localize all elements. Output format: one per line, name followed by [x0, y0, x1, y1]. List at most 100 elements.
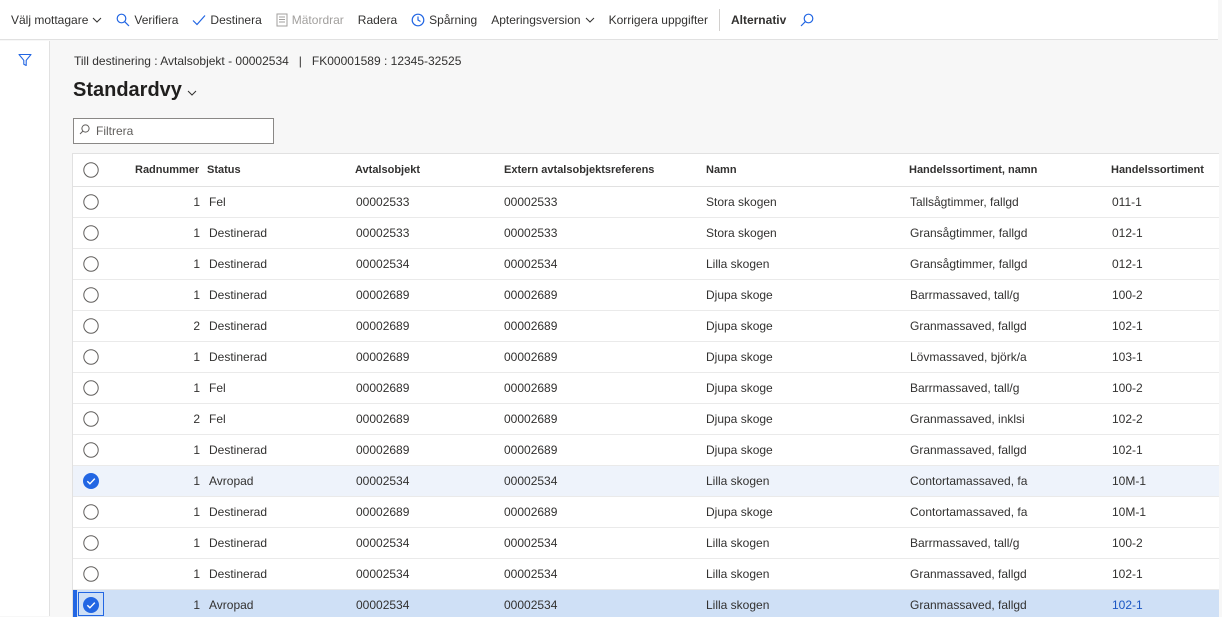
column-header-handelssortiment-namn[interactable]: Handelssortiment, namn	[909, 154, 1037, 186]
cell-handelssortiment-namn: Lövmassaved, björk/a	[910, 350, 1027, 364]
table-row[interactable]: 1 Destinerad 00002534 00002534 Lilla skogen B…	[73, 528, 1219, 559]
cell-handelssortiment-namn: Contortamassaved, fa	[910, 505, 1028, 519]
column-header-avtalsobjekt[interactable]: Avtalsobjekt	[355, 154, 420, 186]
page-title: Standardvy	[73, 79, 182, 101]
cell-avtalsobjekt: 00002689	[356, 319, 410, 333]
cell-status: Avropad	[209, 598, 254, 612]
action-search-button[interactable]	[793, 0, 825, 40]
cell-handelssortiment[interactable]: 102-1	[1112, 590, 1212, 617]
alternativ-label: Alternativ	[730, 12, 787, 27]
valj-mottagare-button[interactable]: Välj mottagare	[4, 0, 109, 40]
row-checkbox[interactable]	[83, 473, 99, 489]
cell-namn: Djupa skoge	[706, 505, 773, 519]
apteringsversion-label: Apteringsversion	[491, 12, 581, 27]
row-checkbox[interactable]	[83, 349, 99, 365]
destinera-label: Destinera	[210, 12, 262, 27]
cell-avtalsobjekt: 00002533	[356, 226, 410, 240]
table-row[interactable]: 1 Destinerad 00002689 00002689 Djupa skoge Gr…	[73, 435, 1219, 466]
filter-box	[73, 118, 274, 144]
row-checkbox[interactable]	[83, 442, 99, 458]
row-checkbox[interactable]	[83, 411, 99, 427]
verifiera-button[interactable]: Verifiera	[109, 0, 185, 40]
cell-handelssortiment: 012-1	[1112, 226, 1143, 240]
apteringsversion-button[interactable]: Apteringsversion	[484, 0, 601, 40]
row-checkbox[interactable]	[83, 535, 99, 551]
cell-status: Fel	[209, 412, 226, 426]
cell-namn: Djupa skoge	[706, 350, 773, 364]
cell-radnummer: 1	[193, 381, 200, 395]
table-row[interactable]: 1 Destinerad 00002689 00002689 Djupa skoge Co…	[73, 497, 1219, 528]
cell-handelssortiment: 10M-1	[1112, 505, 1147, 519]
row-checkbox[interactable]	[83, 225, 99, 241]
cell-avtalsobjekt: 00002689	[356, 381, 410, 395]
cell-handelssortiment: 102-1	[1112, 319, 1143, 333]
cell-namn: Stora skogen	[706, 226, 777, 240]
cell-status: Fel	[209, 381, 226, 395]
cell-namn: Lilla skogen	[706, 474, 770, 488]
cell-extern-referens: 00002689	[504, 505, 558, 519]
column-header-handelssortiment[interactable]: Handelssortiment	[1111, 154, 1204, 186]
table-row[interactable]: 1 Destinerad 00002533 00002533 Stora skogen G…	[73, 218, 1219, 249]
destinera-button[interactable]: Destinera	[185, 0, 268, 40]
filter-input[interactable]	[94, 123, 268, 139]
table-row[interactable]: 1 Destinerad 00002689 00002689 Djupa skoge Lö…	[73, 342, 1219, 373]
radera-button[interactable]: Radera	[351, 0, 404, 40]
cell-handelssortiment: 102-2	[1112, 412, 1143, 426]
sparning-label: Spårning	[429, 12, 478, 27]
column-header-radnummer[interactable]: Radnummer	[135, 154, 199, 186]
cell-avtalsobjekt: 00002534	[356, 474, 410, 488]
cell-handelssortiment-namn: Barrmassaved, tall/g	[910, 288, 1020, 302]
matordrar-button[interactable]: Mätordrar	[269, 0, 351, 40]
cell-namn: Lilla skogen	[706, 536, 770, 550]
checkmark-icon	[192, 13, 206, 27]
cell-status: Destinerad	[209, 319, 268, 333]
cell-radnummer: 1	[193, 257, 200, 271]
cell-radnummer: 1	[193, 536, 200, 550]
table-row[interactable]: 1 Avropad 00002534 00002534 Lilla skogen Cont…	[73, 466, 1219, 497]
korrigera-uppgifter-button[interactable]: Korrigera uppgifter	[602, 0, 715, 40]
select-all-checkbox[interactable]	[83, 162, 99, 181]
cell-status: Avropad	[209, 474, 254, 488]
cell-extern-referens: 00002689	[504, 443, 558, 457]
action-pane: Välj mottagare Verifiera Destinera Mätor…	[0, 0, 1218, 40]
table-row[interactable]: 1 Fel 00002689 00002689 Djupa skoge Barrmassa…	[73, 373, 1219, 404]
chevron-down-icon	[585, 15, 595, 25]
table-row[interactable]: 2 Destinerad 00002689 00002689 Djupa skoge Gr…	[73, 311, 1219, 342]
cell-avtalsobjekt: 00002534	[356, 536, 410, 550]
view-selector[interactable]: Standardvy	[73, 79, 198, 102]
cell-handelssortiment-namn: Granmassaved, fallgd	[910, 598, 1027, 612]
row-checkbox[interactable]	[83, 194, 99, 210]
cell-handelssortiment: 103-1	[1112, 350, 1143, 364]
table-row[interactable]: 1 Avropad 00002534 00002534 Lilla skogen Gran…	[73, 590, 1219, 617]
alternativ-tab[interactable]: Alternativ	[724, 0, 793, 40]
row-checkbox[interactable]	[83, 597, 99, 613]
cell-namn: Stora skogen	[706, 195, 777, 209]
verifiera-label: Verifiera	[134, 12, 179, 27]
active-row-marker	[73, 590, 77, 617]
column-header-extern-referens[interactable]: Extern avtalsobjektsreferens	[504, 154, 654, 186]
table-row[interactable]: 2 Fel 00002689 00002689 Djupa skoge Granmassa…	[73, 404, 1219, 435]
cell-radnummer: 1	[193, 226, 200, 240]
sparning-button[interactable]: Spårning	[404, 0, 484, 40]
row-checkbox[interactable]	[83, 287, 99, 303]
cell-handelssortiment: 011-1	[1112, 195, 1142, 209]
row-checkbox[interactable]	[83, 380, 99, 396]
grid-rows: 1 Fel 00002533 00002533 Stora skogen Tallsågt…	[73, 187, 1219, 617]
cell-handelssortiment: 10M-1	[1112, 474, 1147, 488]
cell-extern-referens: 00002533	[504, 226, 558, 240]
column-header-namn[interactable]: Namn	[706, 154, 737, 186]
table-row[interactable]: 1 Destinerad 00002534 00002534 Lilla skogen G…	[73, 249, 1219, 280]
breadcrumb: Till destinering : Avtalsobjekt - 000025…	[74, 54, 462, 68]
row-checkbox[interactable]	[83, 566, 99, 582]
cell-status: Destinerad	[209, 567, 268, 581]
cell-radnummer: 1	[193, 350, 200, 364]
column-header-status[interactable]: Status	[207, 154, 241, 186]
filter-icon[interactable]	[18, 53, 32, 70]
table-row[interactable]: 1 Fel 00002533 00002533 Stora skogen Tallsågt…	[73, 187, 1219, 218]
row-checkbox[interactable]	[83, 504, 99, 520]
cell-status: Destinerad	[209, 443, 268, 457]
table-row[interactable]: 1 Destinerad 00002534 00002534 Lilla skogen G…	[73, 559, 1219, 590]
table-row[interactable]: 1 Destinerad 00002689 00002689 Djupa skoge Ba…	[73, 280, 1219, 311]
row-checkbox[interactable]	[83, 318, 99, 334]
row-checkbox[interactable]	[83, 256, 99, 272]
